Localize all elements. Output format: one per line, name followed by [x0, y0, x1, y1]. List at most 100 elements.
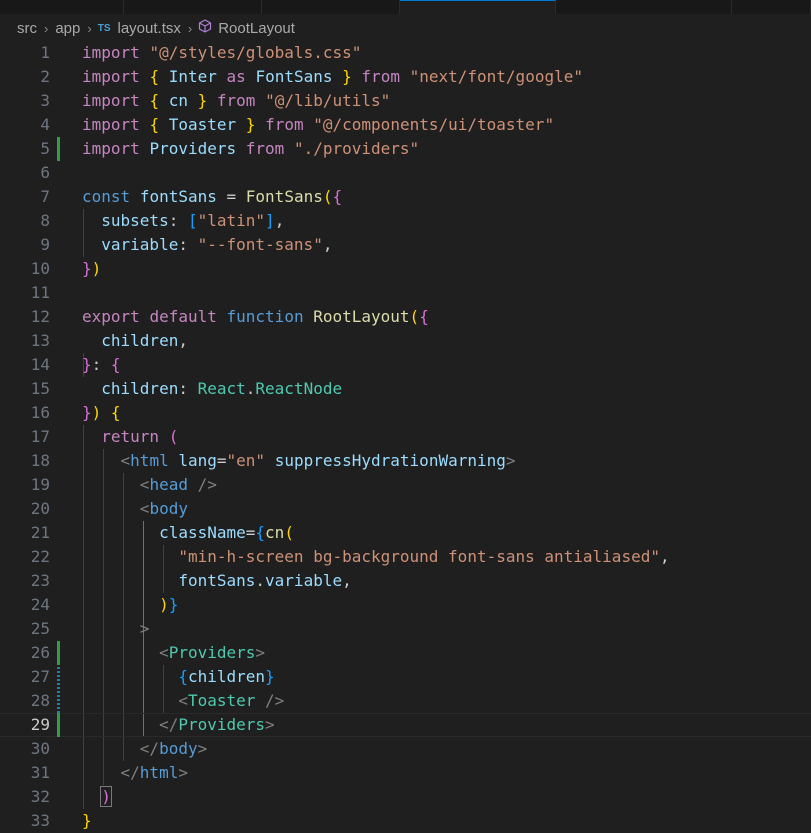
code-token: "latin": [197, 211, 266, 230]
code-text: import "@/styles/globals.css": [82, 41, 361, 65]
code-token: }: [197, 91, 208, 110]
code-token: {: [178, 667, 188, 686]
code-line[interactable]: 5 import Providers from "./providers": [0, 137, 811, 161]
line-number: 32: [30, 787, 50, 806]
line-number: 8: [40, 211, 50, 230]
code-token: variable: [101, 235, 179, 254]
code-token: "@/components/ui/toaster": [313, 115, 555, 134]
code-line[interactable]: 27 {children}: [0, 665, 811, 689]
code-text: children: React.ReactNode: [82, 377, 342, 401]
code-line[interactable]: 7 const fontSans = FontSans({: [0, 185, 811, 209]
git-gutter-modified-indicator[interactable]: [57, 689, 60, 713]
code-token: />: [197, 475, 217, 494]
code-line[interactable]: 25 >: [0, 617, 811, 641]
code-line[interactable]: 29 </Providers>: [0, 713, 811, 737]
code-line[interactable]: 1 import "@/styles/globals.css": [0, 41, 811, 65]
code-token: }: [342, 67, 352, 86]
git-gutter-added-indicator[interactable]: [57, 137, 60, 161]
code-token: ): [159, 595, 169, 614]
code-line[interactable]: 28 <Toaster />: [0, 689, 811, 713]
editor-tab[interactable]: [0, 0, 124, 14]
code-text: </body>: [82, 737, 207, 761]
code-token: ,: [342, 571, 352, 590]
code-text: const fontSans = FontSans({: [82, 185, 342, 209]
line-number: 30: [30, 739, 50, 758]
code-token: >: [255, 643, 266, 662]
code-line[interactable]: 21 className={cn(: [0, 521, 811, 545]
code-text: <head />: [82, 473, 217, 497]
code-line[interactable]: 23 fontSans.variable,: [0, 569, 811, 593]
code-line[interactable]: 20 <body: [0, 497, 811, 521]
git-gutter-added-indicator[interactable]: [57, 641, 60, 665]
editor-tab[interactable]: [124, 0, 262, 14]
code-line[interactable]: 26 <Providers>: [0, 641, 811, 665]
editor-tab[interactable]: [262, 0, 400, 14]
code-token: from: [245, 139, 285, 158]
code-line[interactable]: 30 </body>: [0, 737, 811, 761]
code-line[interactable]: 8 subsets: ["latin"],: [0, 209, 811, 233]
code-line[interactable]: 22 "min-h-screen bg-background font-sans…: [0, 545, 811, 569]
line-number: 10: [30, 259, 50, 278]
code-line[interactable]: 6: [0, 161, 811, 185]
git-gutter-modified-indicator[interactable]: [57, 665, 60, 689]
code-line[interactable]: 24 )}: [0, 593, 811, 617]
code-token: Providers: [168, 643, 256, 662]
code-line[interactable]: 3 import { cn } from "@/lib/utils": [0, 89, 811, 113]
line-number: 11: [30, 283, 50, 302]
code-token: >: [178, 763, 188, 782]
code-line[interactable]: 11: [0, 281, 811, 305]
code-token: [: [187, 211, 198, 230]
line-number: 25: [30, 619, 50, 638]
code-token: />: [265, 691, 285, 710]
code-line[interactable]: 12 export default function RootLayout({: [0, 305, 811, 329]
git-gutter-added-indicator[interactable]: [57, 713, 60, 737]
line-number: 29: [30, 715, 50, 734]
code-line[interactable]: 18 <html lang="en" suppressHydrationWarn…: [0, 449, 811, 473]
code-line[interactable]: 17 return (: [0, 425, 811, 449]
breadcrumb-item-app[interactable]: app: [54, 20, 81, 37]
code-line[interactable]: 2 import { Inter as FontSans } from "next…: [0, 65, 811, 89]
code-line[interactable]: 16}) {: [0, 401, 811, 425]
code-token: :: [178, 235, 198, 254]
code-line[interactable]: 31 </html>: [0, 761, 811, 785]
code-text: className={cn(: [82, 521, 294, 545]
code-line[interactable]: 15 children: React.ReactNode: [0, 377, 811, 401]
editor-tab[interactable]: [732, 0, 811, 14]
code-line[interactable]: 4 import { Toaster } from "@/components/u…: [0, 113, 811, 137]
breadcrumb-item-src[interactable]: src: [16, 20, 38, 37]
code-token: ): [91, 403, 102, 422]
chevron-right-icon: ›: [187, 20, 193, 36]
code-line[interactable]: 14}: {: [0, 353, 811, 377]
code-line[interactable]: 19 <head />: [0, 473, 811, 497]
breadcrumb-item-symbol[interactable]: RootLayout: [217, 20, 296, 37]
code-text: {children}: [82, 665, 274, 689]
editor-tab-active[interactable]: [400, 0, 556, 14]
editor-tab[interactable]: [556, 0, 732, 14]
code-line[interactable]: 32 ): [0, 785, 811, 809]
code-line[interactable]: 33}: [0, 809, 811, 833]
code-line[interactable]: 13 children,: [0, 329, 811, 353]
code-token: }: [82, 811, 92, 830]
code-token: {: [255, 523, 266, 542]
breadcrumb-item-file[interactable]: layout.tsx: [117, 20, 182, 37]
line-number: 19: [30, 475, 50, 494]
code-token: {: [149, 67, 160, 86]
code-editor[interactable]: 1 import "@/styles/globals.css" 2 import { …: [0, 41, 811, 833]
code-line[interactable]: 10}): [0, 257, 811, 281]
line-number: 7: [40, 187, 50, 206]
code-token: fontSans: [139, 187, 217, 206]
code-token: "./providers": [293, 139, 420, 158]
code-token: }: [82, 355, 92, 374]
code-token: {: [110, 403, 121, 422]
code-token: <: [139, 475, 150, 494]
code-line[interactable]: 9 variable: "--font-sans",: [0, 233, 811, 257]
code-token: </: [120, 763, 140, 782]
editor-window: src › app › TS layout.tsx › RootLayout 1…: [0, 0, 811, 833]
code-token: (: [168, 427, 179, 446]
